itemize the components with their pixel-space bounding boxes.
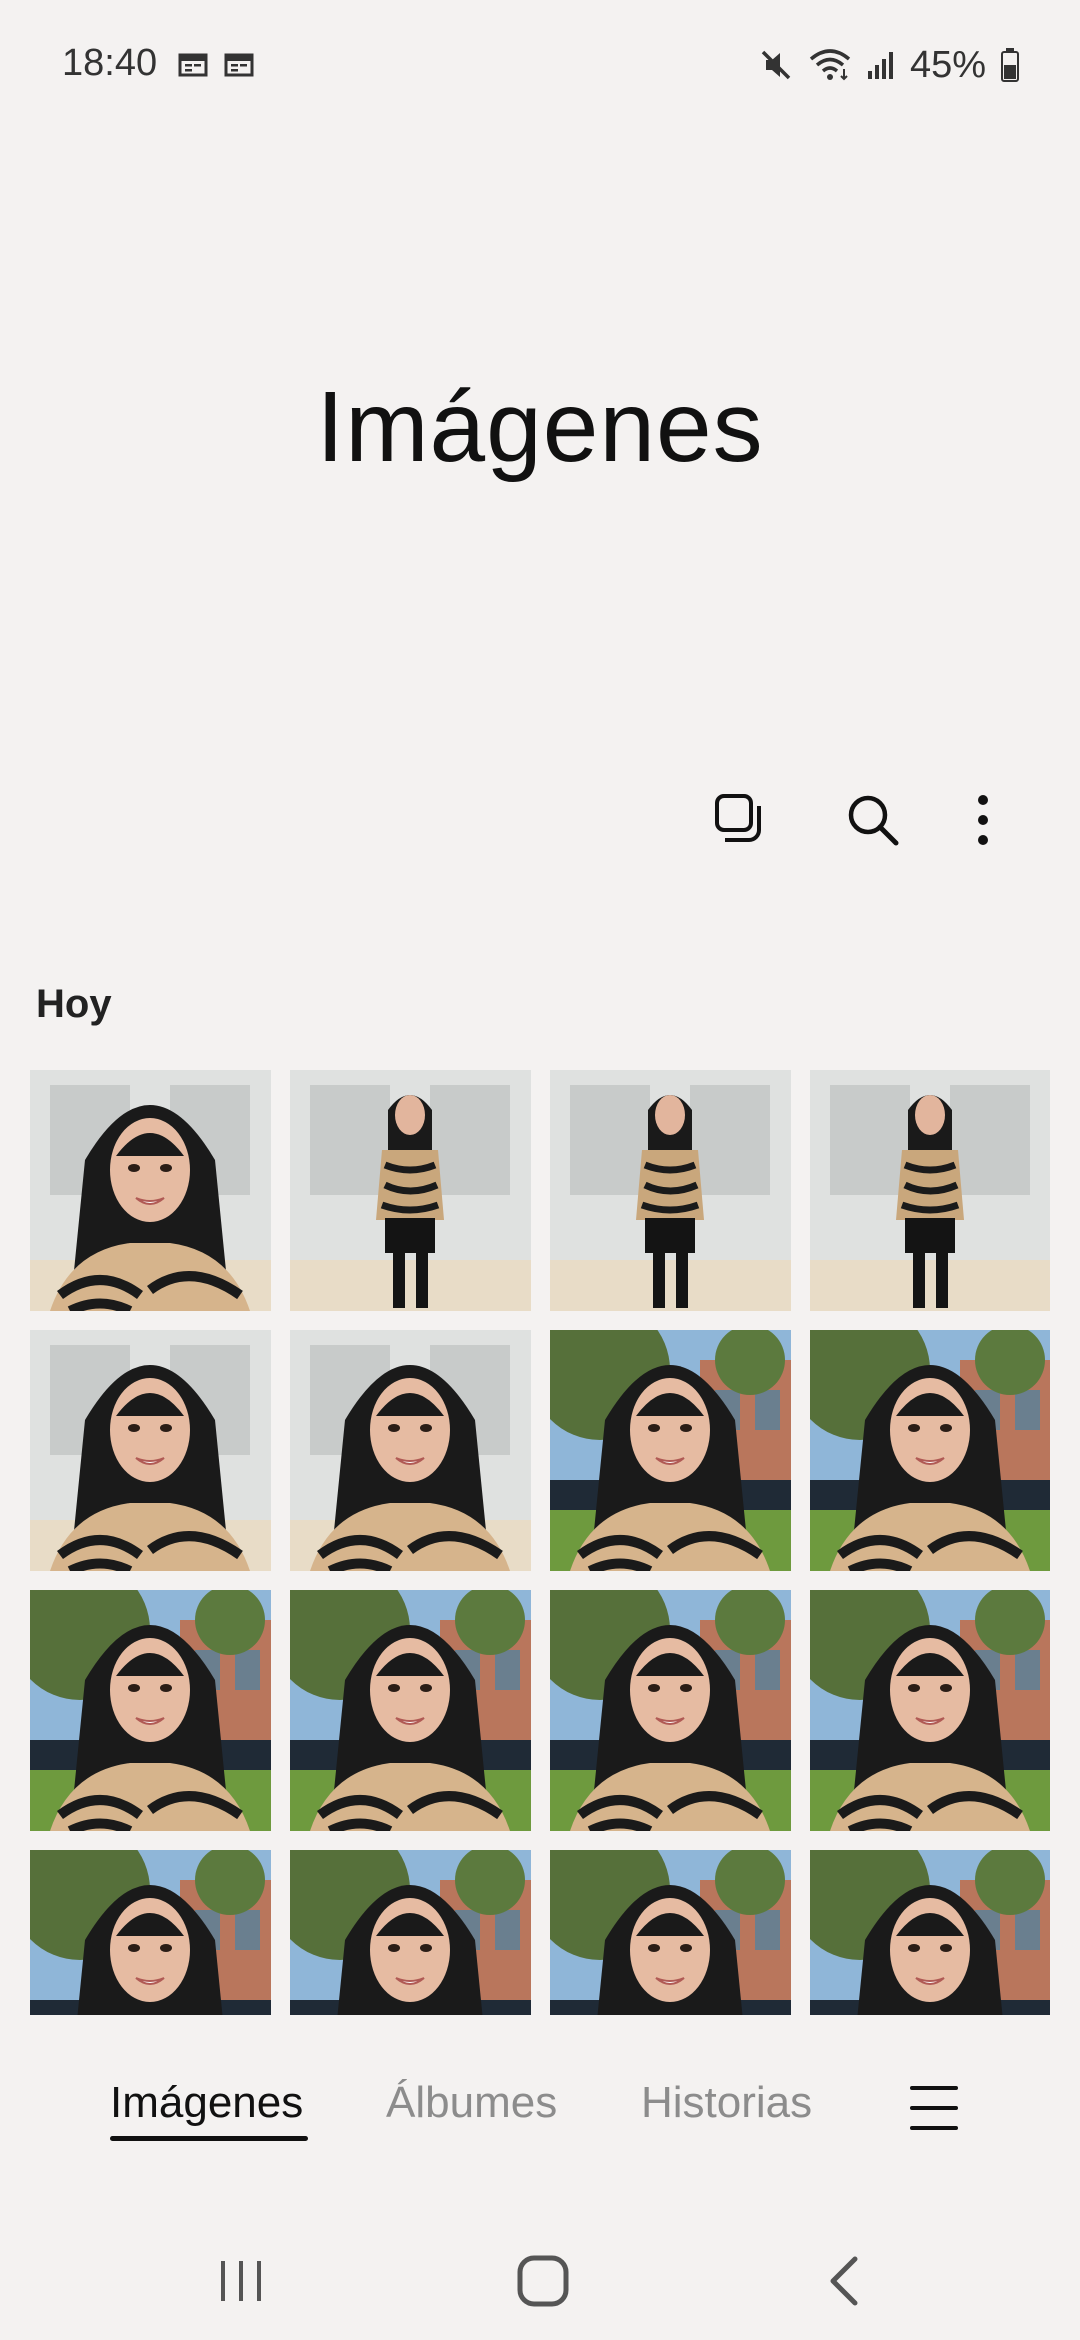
photo-image [290, 1070, 531, 1311]
menu-button[interactable] [904, 2078, 964, 2138]
select-multiple-icon [715, 794, 761, 842]
photo-thumbnail[interactable] [810, 1590, 1050, 1831]
photo-grid [30, 1070, 1050, 2015]
photo-thumbnail[interactable] [290, 1590, 531, 1831]
photo-thumbnail[interactable] [550, 1330, 791, 1571]
photo-thumbnail[interactable] [30, 1590, 271, 1831]
search-icon [848, 795, 899, 846]
hamburger-menu-icon [910, 2086, 958, 2130]
select-multiple-button[interactable] [696, 780, 786, 860]
status-bar: 18:40 45% [0, 0, 1080, 120]
calendar-icon [178, 53, 208, 77]
signal-icon [867, 52, 893, 79]
photo-image [810, 1330, 1050, 1571]
photo-image [550, 1330, 791, 1571]
status-icons: 45% [758, 40, 1020, 90]
tab-historias[interactable]: Historias [641, 2078, 812, 2128]
photo-thumbnail[interactable] [290, 1070, 531, 1311]
photo-thumbnail[interactable] [30, 1850, 271, 2015]
back-button[interactable] [800, 2236, 890, 2326]
photo-image [290, 1330, 531, 1571]
recent-apps-icon [221, 2261, 261, 2301]
home-icon [517, 2255, 569, 2307]
active-tab-indicator [110, 2136, 308, 2141]
more-options-icon [978, 795, 988, 845]
page-title: Imágenes [316, 371, 764, 483]
date-section-header: Hoy [36, 982, 112, 1026]
tab-imagenes[interactable]: Imágenes [110, 2078, 303, 2128]
mute-icon [761, 50, 791, 80]
status-time: 18:40 [62, 42, 158, 84]
photo-thumbnail[interactable] [810, 1850, 1050, 2015]
photo-image [810, 1850, 1050, 2015]
photo-image [30, 1070, 271, 1311]
photo-image [30, 1330, 271, 1571]
battery-level: 45% [909, 43, 986, 86]
photo-thumbnail[interactable] [550, 1590, 791, 1831]
recent-apps-button[interactable] [196, 2236, 286, 2326]
photo-image [30, 1590, 271, 1831]
photo-image [290, 1850, 531, 2015]
gallery-screen: 18:40 45% Imágenes Hoy Imágenes Álbumes … [0, 0, 1080, 2340]
photo-image [30, 1850, 271, 2015]
photo-image [290, 1590, 531, 1831]
photo-image [550, 1590, 791, 1831]
photo-thumbnail[interactable] [810, 1070, 1050, 1311]
more-options-button[interactable] [938, 780, 1028, 860]
wifi-icon [809, 49, 851, 81]
back-icon [830, 2256, 858, 2306]
photo-thumbnail[interactable] [550, 1070, 791, 1311]
photo-thumbnail[interactable] [810, 1330, 1050, 1571]
home-button[interactable] [498, 2236, 588, 2326]
photo-image [810, 1590, 1050, 1831]
photo-image [550, 1850, 791, 2015]
photo-thumbnail[interactable] [290, 1850, 531, 2015]
calendar-icon [224, 53, 254, 77]
photo-image [550, 1070, 791, 1311]
photo-thumbnail[interactable] [30, 1070, 271, 1311]
tab-albumes[interactable]: Álbumes [386, 2078, 557, 2128]
photo-thumbnail[interactable] [290, 1330, 531, 1571]
photo-image [810, 1070, 1050, 1311]
photo-thumbnail[interactable] [30, 1330, 271, 1571]
search-button[interactable] [828, 780, 918, 860]
battery-icon [1001, 48, 1019, 82]
photo-thumbnail[interactable] [550, 1850, 791, 2015]
